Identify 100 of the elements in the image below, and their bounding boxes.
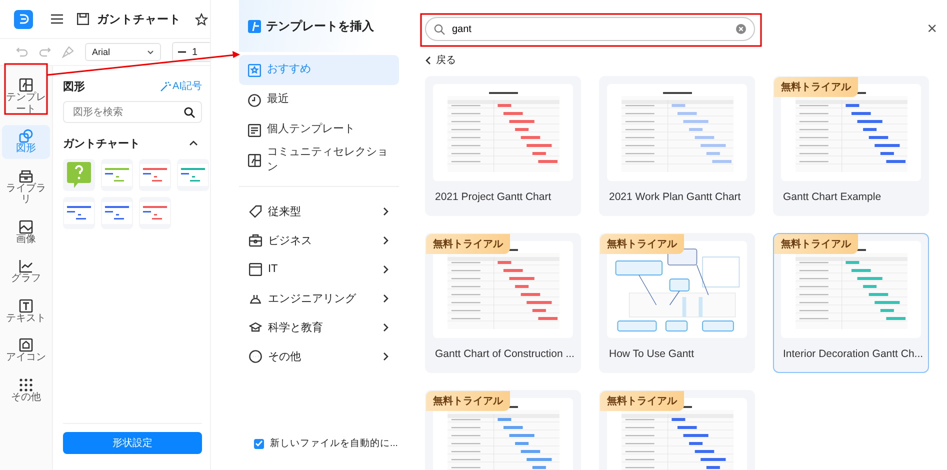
nav-item-icon [248,64,261,76]
star-icon[interactable] [195,12,208,26]
sidebar-item-icon [19,220,33,234]
sidebar-item[interactable]: 画像 [2,216,50,249]
nav-item-icon [248,154,261,167]
sidebar-item[interactable]: テキスト [2,294,50,328]
category-icon [249,234,262,247]
font-size-field[interactable]: 1 [172,42,210,62]
sidebar-item[interactable]: アイコン [2,334,50,368]
sidebar-item-icon [19,168,33,182]
category-icon [249,262,262,276]
font-size-value: 1 [192,46,198,58]
category-icon [249,350,262,363]
free-trial-badge: 無料トライアル [774,77,858,97]
sidebar-item-icon [19,338,33,352]
clear-icon[interactable] [736,24,746,34]
template-title: 2021 Work Plan Gantt Chart [608,191,742,203]
search-icon[interactable] [184,106,195,118]
category-item[interactable]: その他 [239,342,399,371]
template-title: 2021 Project Gantt Chart [434,191,552,203]
close-button[interactable]: × [927,19,937,39]
shape-tile[interactable] [177,159,209,191]
checkbox[interactable] [254,438,264,448]
chevron-icon [383,294,389,303]
caret-icon [147,50,154,54]
template-title: How To Use Gantt [608,348,696,360]
menu-icon[interactable] [51,14,63,24]
dialog-title: テンプレートを挿入 [266,18,374,34]
chevron-icon [383,322,389,332]
redo-icon[interactable] [39,47,51,57]
free-trial-badge: 無料トライアル [426,234,510,254]
nav-item-icon [248,94,261,106]
template-title: Gantt Chart Example [782,191,882,203]
sidebar-item[interactable]: テンプレート [2,74,50,119]
template-card[interactable]: 2021 Project Gantt Chart [425,76,581,216]
chevron-icon [425,56,431,64]
gantt-shape-icon [64,202,94,224]
font-select[interactable]: Arial [85,43,161,61]
category-item[interactable]: 従来型 [239,196,399,226]
free-trial-badge: 無料トライアル [600,391,684,411]
panel-title: 図形 [63,80,85,94]
section-header[interactable]: ガントチャート [63,133,202,153]
template-card[interactable]: 無料トライアル [599,390,755,470]
minus-icon[interactable] [178,51,186,53]
chevron-icon [189,140,198,146]
sidebar-item-icon [19,298,33,312]
category-icon [249,204,262,218]
back-link[interactable]: 戻る [425,53,456,67]
template-card[interactable]: 無料トライアル Gantt Chart of Construction ... [425,233,581,373]
shape-tile[interactable] [139,159,171,191]
gantt-shape-icon [140,164,170,186]
shape-settings-button[interactable]: 形状設定 [63,432,202,454]
category-item[interactable]: IT [239,254,399,284]
shape-tile[interactable] [63,197,95,229]
template-title: Gantt Chart of Construction ... [434,348,573,360]
chevron-icon [383,352,389,361]
gantt-shape-icon [178,164,208,186]
save-icon[interactable] [77,13,89,25]
sidebar-item-icon [19,129,33,143]
category-item[interactable]: エンジニアリング [239,284,399,313]
chevron-icon [383,206,389,216]
sidebar-item-icon [19,259,33,273]
free-trial-badge: 無料トライアル [426,391,510,411]
template-card[interactable]: 無料トライアル [425,390,581,470]
category-item[interactable]: 科学と教育 [239,312,399,342]
template-card[interactable]: 無料トライアル How To Use Gantt [599,233,755,373]
wand-icon [160,80,171,92]
annotation-box [4,63,48,115]
free-trial-badge: 無料トライアル [774,234,858,254]
shape-tile[interactable] [101,197,133,229]
sidebar-item-icon [19,78,33,92]
undo-icon[interactable] [16,47,28,57]
shape-tile[interactable] [139,197,171,229]
template-icon [248,20,261,32]
gantt-shape-icon [102,202,132,224]
sidebar-item-icon [19,378,33,392]
gantt-shape-icon [102,164,132,186]
template-card[interactable]: 2021 Work Plan Gantt Chart [599,76,755,216]
document-title: ガントチャート [97,12,181,26]
category-item[interactable]: ビジネス [239,226,399,255]
chevron-icon [383,264,389,274]
nav-item[interactable]: コミュニティセレクション [239,145,399,176]
chevron-icon [383,236,389,245]
brush-icon[interactable] [62,46,74,58]
shape-tile[interactable] [101,159,133,191]
shape-search-field[interactable]: 図形を検索 [63,101,202,123]
sidebar-item[interactable]: ライブラリ [2,164,50,210]
nav-item[interactable]: 最近 [239,85,399,115]
gantt-shape-icon [140,202,170,224]
sidebar-item[interactable]: その他 [2,374,50,407]
template-card[interactable]: 無料トライアル Interior Decoration Gantt Ch... [773,233,929,373]
sidebar-item[interactable]: グラフ [2,255,50,288]
app-logo-icon[interactable] [14,10,33,28]
template-title: Interior Decoration Gantt Ch... [782,348,921,360]
nav-item-icon [248,124,261,136]
template-search-field[interactable]: gant [425,17,755,41]
template-card[interactable]: 無料トライアル Gantt Chart Example [773,76,929,216]
checkbox-label: 新しいファイルを自動的に... [270,437,398,450]
category-icon [249,320,262,334]
nav-item[interactable]: 個人テンプレート [239,115,399,145]
